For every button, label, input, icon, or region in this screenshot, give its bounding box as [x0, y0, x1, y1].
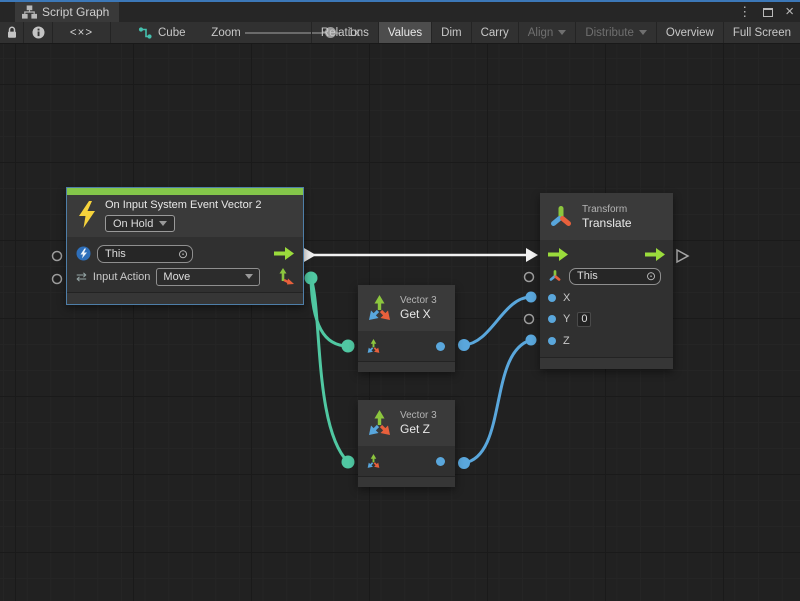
float-input-dot[interactable]: [548, 294, 556, 302]
flow-input-arrow-icon[interactable]: [548, 248, 568, 261]
vector3-icon: [366, 295, 393, 322]
input-action-dropdown[interactable]: Move: [156, 268, 260, 286]
close-icon[interactable]: ×: [785, 2, 794, 22]
input-action-label: Input Action: [93, 271, 151, 283]
node-title: On Input System Event Vector 2: [105, 199, 262, 211]
node-on-input-system-event[interactable]: On Input System Event Vector 2 On Hold T…: [66, 187, 304, 305]
target-picker-icon[interactable]: ⊙: [178, 248, 188, 260]
event-this-row: This ⊙: [67, 242, 303, 265]
vector2-type-icon: [278, 268, 294, 285]
target-picker-icon[interactable]: ⊙: [646, 270, 656, 282]
float-output-dot[interactable]: [436, 342, 445, 351]
translate-this-field[interactable]: This ⊙: [569, 268, 661, 285]
node-title: Get X: [400, 307, 437, 322]
translate-flow-row: [540, 244, 673, 266]
vector3-input-icon: [366, 339, 381, 354]
translate-this-row: This ⊙: [540, 266, 673, 288]
carry-button[interactable]: Carry: [471, 22, 518, 43]
node-category: Transform: [582, 203, 632, 216]
script-graph-icon: [22, 5, 37, 20]
node-category: Vector 3: [400, 409, 437, 422]
node-title: Translate: [582, 216, 632, 231]
event-accent-bar: [67, 188, 303, 195]
lightning-bolt-icon: [77, 201, 97, 228]
relations-button[interactable]: Relations: [311, 22, 378, 43]
dim-button[interactable]: Dim: [431, 22, 470, 43]
zoom-label: Zoom: [210, 22, 242, 43]
translate-y-row: Y 0: [540, 309, 673, 331]
distribute-dropdown[interactable]: Distribute: [575, 22, 656, 43]
node-category: Vector 3: [400, 294, 437, 307]
window-menu-icon[interactable]: ⋮: [738, 2, 751, 22]
translate-z-row: Z: [540, 330, 673, 352]
graph-target-icon: [138, 26, 152, 40]
graph-target-button[interactable]: Cube: [138, 22, 198, 43]
node-footer: [358, 361, 455, 372]
node-get-z[interactable]: Vector 3 Get Z: [358, 400, 455, 487]
node-footer: [67, 292, 303, 304]
transform-icon: [548, 204, 574, 230]
align-dropdown[interactable]: Align: [518, 22, 576, 43]
port-x-label: X: [563, 292, 570, 304]
event-target-icon: [76, 246, 91, 261]
script-graph-window: Script Graph ⋮ × <×>: [0, 0, 800, 601]
graph-target-label: Cube: [158, 27, 186, 39]
tab-script-graph[interactable]: Script Graph: [15, 2, 119, 22]
translate-x-row: X: [540, 287, 673, 309]
tab-bar: Script Graph ⋮ ×: [0, 0, 800, 22]
flow-output-arrow-icon[interactable]: [645, 248, 665, 261]
lock-icon: [6, 26, 18, 39]
node-get-x[interactable]: Vector 3 Get X: [358, 285, 455, 372]
float-output-dot[interactable]: [436, 457, 445, 466]
float-input-dot[interactable]: [548, 337, 556, 345]
port-y-value-field[interactable]: 0: [577, 312, 591, 327]
overview-button[interactable]: Overview: [656, 22, 723, 43]
info-icon: [32, 26, 45, 39]
transform-input-icon: [548, 269, 562, 283]
node-footer: [540, 357, 673, 369]
on-hold-dropdown[interactable]: On Hold: [105, 215, 175, 232]
flow-output-arrow-icon[interactable]: [274, 247, 294, 260]
maximize-icon[interactable]: [763, 8, 773, 17]
input-action-icon: ⇄: [76, 270, 87, 283]
node-footer: [358, 476, 455, 487]
edit-source-button[interactable]: <×>: [53, 22, 110, 43]
vector3-input-icon: [366, 454, 381, 469]
graph-toolbar: <×> Cube Zoom 1x Relations Values Dim Ca…: [0, 22, 800, 44]
chevron-down-icon: [558, 30, 566, 35]
info-button[interactable]: [24, 22, 52, 43]
event-action-row: ⇄ Input Action Move: [67, 265, 303, 288]
port-y-label: Y: [563, 313, 570, 325]
node-title: Get Z: [400, 422, 437, 437]
node-translate[interactable]: Transform Translate: [540, 193, 673, 369]
values-button[interactable]: Values: [378, 22, 431, 43]
chevron-down-icon: [159, 221, 167, 226]
vector3-icon: [366, 410, 393, 437]
window-focus-line: [0, 0, 800, 2]
float-input-dot[interactable]: [548, 315, 556, 323]
chevron-down-icon: [245, 274, 253, 279]
event-this-field[interactable]: This ⊙: [97, 245, 193, 263]
port-z-label: Z: [563, 335, 570, 347]
code-icon: <×>: [70, 27, 93, 39]
lock-button[interactable]: [0, 22, 23, 43]
tab-title: Script Graph: [42, 5, 109, 19]
full-screen-button[interactable]: Full Screen: [723, 22, 800, 43]
chevron-down-icon: [639, 30, 647, 35]
